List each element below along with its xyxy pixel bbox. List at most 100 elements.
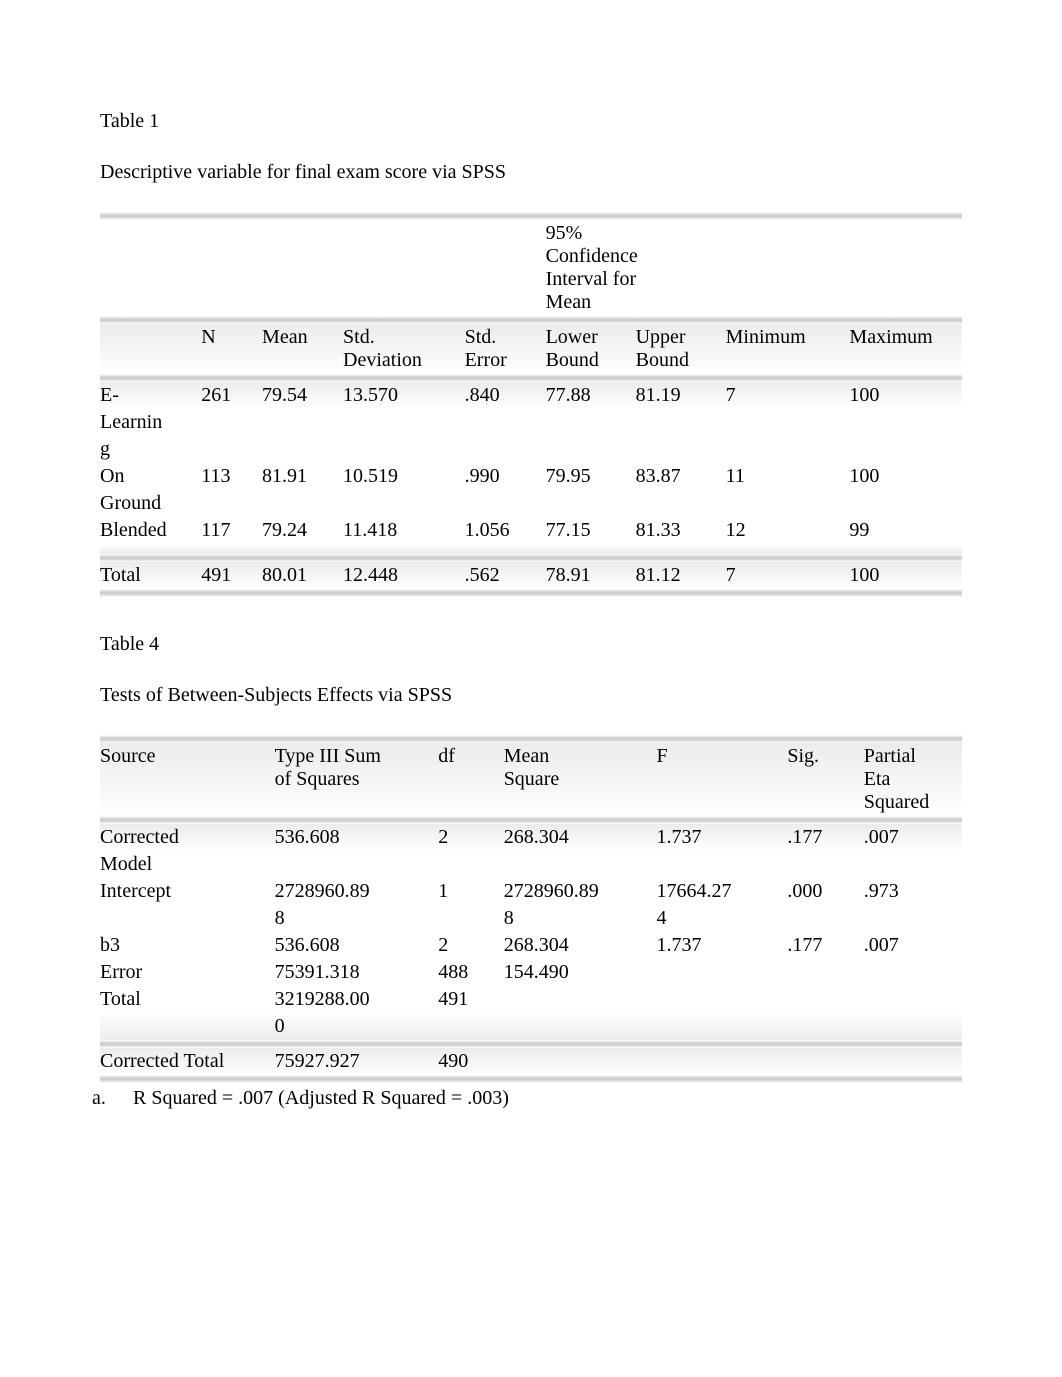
cell-pes: .973: [864, 878, 962, 905]
cell-n: 491: [201, 562, 262, 589]
cell-lb: 77.88: [546, 382, 636, 409]
table-row: 0: [100, 1013, 962, 1040]
rowlabel: Ground: [100, 490, 201, 517]
cell-source: Error: [100, 959, 275, 986]
cell-source: Total: [100, 986, 275, 1013]
table-row: Model: [100, 851, 962, 878]
cell-mean: 79.24: [262, 517, 343, 544]
col-lb: Lower Bound: [546, 324, 636, 374]
table1-header-row: N Mean Std. Deviation Std. Error Lower B…: [100, 324, 962, 374]
document-page: Table 1 Descriptive variable for final e…: [0, 0, 1062, 1226]
table4-block: Table 4 Tests of Between-Subjects Effect…: [100, 633, 962, 1110]
col-min: Minimum: [726, 324, 850, 374]
table-row: 8 8 4: [100, 905, 962, 932]
table-row: On 113 81.91 10.519 .990 79.95 83.87 11 …: [100, 463, 962, 490]
cell-pes: .007: [864, 932, 962, 959]
table4-corrected-total-row: Corrected Total 75927.927 490: [100, 1048, 962, 1075]
col-n: N: [201, 324, 262, 374]
table-row: Total 3219288.00 491: [100, 986, 962, 1013]
cell-ub: 81.19: [636, 382, 726, 409]
cell-ss: 75391.318: [275, 959, 439, 986]
table-row: Error 75391.318 488 154.490: [100, 959, 962, 986]
col-se: Std. Error: [465, 324, 546, 374]
cell-ub: 81.33: [636, 517, 726, 544]
col-sig: Sig.: [787, 743, 863, 816]
table-row: Intercept 2728960.89 1 2728960.89 17664.…: [100, 878, 962, 905]
table4-footnote: a. R Squared = .007 (Adjusted R Squared …: [100, 1087, 962, 1110]
col-pes: Partial Eta Squared: [864, 743, 962, 816]
col-df: df: [438, 743, 503, 816]
cell-ms: 268.304: [504, 824, 657, 851]
table1-block: Table 1 Descriptive variable for final e…: [100, 110, 962, 597]
col-sd: Std. Deviation: [343, 324, 465, 374]
col-f: F: [656, 743, 787, 816]
table1-total-row: Total 491 80.01 12.448 .562 78.91 81.12 …: [100, 562, 962, 589]
cell-df: 2: [438, 932, 503, 959]
cell-mean: 80.01: [262, 562, 343, 589]
cell-se: 1.056: [465, 517, 546, 544]
cell-ss: 3219288.00: [275, 986, 439, 1013]
cell-lb: 78.91: [546, 562, 636, 589]
cell-df: 1: [438, 878, 503, 905]
cell-sig: .177: [787, 824, 863, 851]
footnote-text: R Squared = .007 (Adjusted R Squared = .…: [133, 1087, 509, 1109]
cell-source: Model: [100, 851, 275, 878]
ci-header-line: 95%: [546, 222, 720, 245]
cell-ss: 536.608: [275, 932, 439, 959]
cell-f: 4: [656, 905, 787, 932]
cell-n: 261: [201, 382, 262, 409]
cell-max: 100: [849, 463, 962, 490]
cell-ss: 2728960.89: [275, 878, 439, 905]
cell-source: Corrected Total: [100, 1048, 275, 1075]
table-row: g: [100, 436, 962, 463]
rowlabel: On: [100, 463, 201, 490]
table-row: Learnin: [100, 409, 962, 436]
table1-title: Table 1: [100, 110, 962, 133]
cell-n: 113: [201, 463, 262, 490]
cell-sd: 13.570: [343, 382, 465, 409]
cell-sd: 11.418: [343, 517, 465, 544]
cell-se: .562: [465, 562, 546, 589]
cell-ms: 8: [504, 905, 657, 932]
cell-sd: 10.519: [343, 463, 465, 490]
ci-header-line: Confidence: [546, 245, 720, 268]
table-row: E- 261 79.54 13.570 .840 77.88 81.19 7 1…: [100, 382, 962, 409]
cell-df: 490: [438, 1048, 503, 1075]
footnote-marker: a.: [110, 1087, 128, 1110]
cell-n: 117: [201, 517, 262, 544]
cell-ss: 75927.927: [275, 1048, 439, 1075]
cell-f: 17664.27: [656, 878, 787, 905]
table-row: b3 536.608 2 268.304 1.737 .177 .007: [100, 932, 962, 959]
ci-header-line: Interval for: [546, 268, 720, 291]
cell-sd: 12.448: [343, 562, 465, 589]
cell-f: 1.737: [656, 932, 787, 959]
table4-header-row: Source Type III Sum of Squares df Mean S…: [100, 743, 962, 816]
table4-title: Table 4: [100, 633, 962, 656]
cell-max: 100: [849, 382, 962, 409]
cell-ms: 154.490: [504, 959, 657, 986]
cell-sig: .000: [787, 878, 863, 905]
cell-min: 7: [726, 562, 850, 589]
cell-sig: .177: [787, 932, 863, 959]
cell-df: 491: [438, 986, 503, 1013]
cell-mean: 81.91: [262, 463, 343, 490]
table1: 95% Confidence Interval for Mean N Mean …: [100, 212, 962, 597]
cell-min: 12: [726, 517, 850, 544]
col-ms: Mean Square: [504, 743, 657, 816]
rowlabel: E-: [100, 382, 201, 409]
table4-caption: Tests of Between-Subjects Effects via SP…: [100, 684, 962, 707]
rowlabel: g: [100, 436, 201, 463]
cell-source: Intercept: [100, 878, 275, 905]
cell-source: Corrected: [100, 824, 275, 851]
cell-max: 99: [849, 517, 962, 544]
cell-source: b3: [100, 932, 275, 959]
table-row: Corrected 536.608 2 268.304 1.737 .177 .…: [100, 824, 962, 851]
col-max: Maximum: [849, 324, 962, 374]
cell-df: 2: [438, 824, 503, 851]
cell-ms: 268.304: [504, 932, 657, 959]
cell-min: 11: [726, 463, 850, 490]
cell-lb: 77.15: [546, 517, 636, 544]
cell-ss: 0: [275, 1013, 439, 1040]
cell-mean: 79.54: [262, 382, 343, 409]
cell-max: 100: [849, 562, 962, 589]
